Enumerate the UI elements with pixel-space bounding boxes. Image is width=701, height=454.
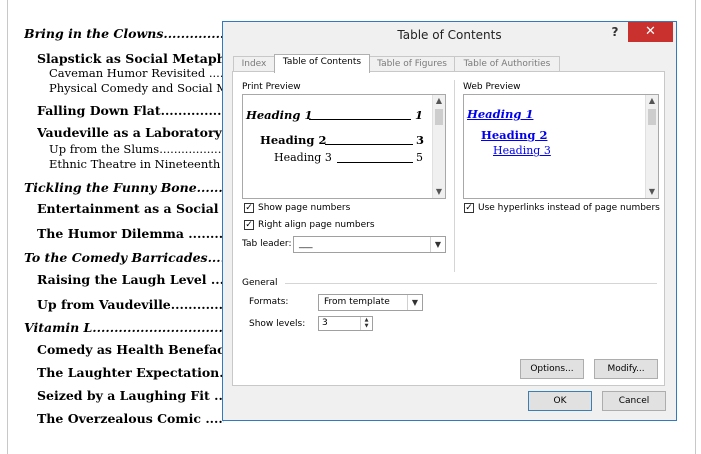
right-align-label[interactable]: Right align page numbers — [258, 220, 375, 230]
print-preview-box[interactable]: Heading 1 1 Heading 2 3 Heading 3 5 ▲ ▼ — [242, 94, 446, 199]
toc-entry-level-1: Bring in the Clowns.....................… — [24, 26, 224, 41]
toc-entry-level-3: Up from the Slums.......................… — [49, 142, 224, 156]
scroll-down-icon[interactable]: ▼ — [646, 186, 658, 198]
show-page-numbers-checkbox[interactable]: ✓ — [244, 203, 254, 213]
options-button[interactable]: Options... — [520, 359, 584, 379]
tab-panel: Print Preview Heading 1 1 Heading 2 3 He… — [232, 71, 665, 386]
print-preview-page-2: 3 — [416, 133, 425, 147]
modify-button[interactable]: Modify... — [594, 359, 658, 379]
chevron-down-icon[interactable]: ▼ — [407, 295, 422, 310]
toc-entry-level-2: Raising the Laugh Level ................… — [37, 272, 224, 287]
print-preview-leader-2 — [325, 144, 413, 145]
web-preview-link-2[interactable]: Heading 2 — [481, 128, 547, 142]
show-levels-label: Show levels: — [249, 319, 306, 329]
tab-index[interactable]: Index — [233, 56, 275, 72]
web-preview-box[interactable]: Heading 1 Heading 2 Heading 3 ▲ ▼ — [463, 94, 659, 199]
page-margin-left — [7, 0, 8, 454]
page-margin-right — [695, 0, 696, 454]
show-levels-spinner[interactable]: 3 ▲ ▼ — [318, 316, 373, 331]
toc-entry-level-1: Vitamin L...............................… — [24, 320, 224, 335]
scroll-up-icon[interactable]: ▲ — [433, 95, 445, 107]
toc-entry-level-2: Seized by a Laughing Fit ...............… — [37, 388, 224, 403]
tab-leader-value: ___ — [299, 239, 313, 249]
use-hyperlinks-label[interactable]: Use hyperlinks instead of page numbers — [478, 203, 660, 213]
scroll-thumb[interactable] — [435, 109, 443, 125]
web-preview-link-3[interactable]: Heading 3 — [493, 144, 551, 157]
print-preview-heading-2: Heading 2 — [260, 133, 327, 147]
general-divider — [285, 283, 657, 284]
print-preview-label: Print Preview — [242, 82, 301, 92]
tab-table-of-authorities[interactable]: Table of Authorities — [454, 56, 560, 72]
toc-entry-level-2: The Laughter Expectation................… — [37, 365, 224, 380]
preview-divider — [454, 80, 455, 272]
toc-entry-level-2: The Overzealous Comic ..................… — [37, 411, 224, 426]
web-preview-link-1[interactable]: Heading 1 — [467, 107, 533, 121]
scroll-thumb[interactable] — [648, 109, 656, 125]
formats-select[interactable]: From template ▼ — [318, 294, 423, 311]
cancel-button[interactable]: Cancel — [602, 391, 666, 411]
toc-entry-level-2: Vaudeville as a Laboratory Exp — [37, 125, 224, 140]
formats-value: From template — [324, 297, 390, 307]
web-preview-scrollbar[interactable]: ▲ ▼ — [645, 95, 658, 198]
right-align-checkbox[interactable]: ✓ — [244, 220, 254, 230]
close-button[interactable]: ✕ — [628, 22, 673, 42]
toc-entry-level-1: To the Comedy Barricades................… — [24, 250, 224, 265]
toc-entry-level-2: Entertainment as a Social Baron — [37, 201, 224, 216]
dialog-titlebar[interactable]: Table of Contents ? ✕ — [223, 22, 676, 49]
ok-button[interactable]: OK — [528, 391, 592, 411]
toc-entry-level-3: Ethnic Theatre in Nineteenth C — [49, 157, 224, 171]
formats-label: Formats: — [249, 297, 289, 307]
scroll-down-icon[interactable]: ▼ — [433, 186, 445, 198]
print-preview-leader-3 — [337, 162, 413, 163]
show-levels-value: 3 — [322, 318, 328, 328]
print-preview-heading-3: Heading 3 — [274, 151, 332, 164]
print-preview-scrollbar[interactable]: ▲ ▼ — [432, 95, 445, 198]
toc-entry-level-2: Up from Vaudeville......................… — [37, 297, 224, 312]
print-preview-page-3: 5 — [416, 151, 423, 164]
use-hyperlinks-checkbox[interactable]: ✓ — [464, 203, 474, 213]
spinner-arrows-icon[interactable]: ▲ ▼ — [360, 317, 372, 330]
tab-leader-label: Tab leader: — [242, 239, 292, 249]
general-group-label: General — [242, 278, 278, 288]
help-button[interactable]: ? — [606, 25, 624, 41]
toc-dialog: Table of Contents ? ✕ Index Table of Con… — [222, 21, 677, 421]
toc-entry-level-1: Tickling the Funny Bone.................… — [24, 180, 224, 195]
print-preview-page-1: 1 — [415, 108, 424, 122]
tab-table-of-contents[interactable]: Table of Contents — [274, 54, 370, 73]
print-preview-leader-1 — [309, 119, 411, 120]
toc-entry-level-2: Slapstick as Social Metaphor ...........… — [37, 51, 224, 66]
tab-table-of-figures[interactable]: Table of Figures — [369, 56, 455, 72]
web-preview-label: Web Preview — [463, 82, 521, 92]
chevron-down-icon[interactable]: ▼ — [430, 237, 445, 252]
toc-entry-level-3: Caveman Humor Revisited ................… — [49, 66, 224, 80]
scroll-up-icon[interactable]: ▲ — [646, 95, 658, 107]
toc-entry-level-2: The Humor Dilemma ......................… — [37, 226, 224, 241]
tab-leader-select[interactable]: ___ ▼ — [293, 236, 446, 253]
show-page-numbers-label[interactable]: Show page numbers — [258, 203, 350, 213]
toc-entry-level-2: Falling Down Flat.......................… — [37, 103, 224, 118]
toc-entry-level-2: Comedy as Health Benefactor ............… — [37, 342, 224, 357]
print-preview-heading-1: Heading 1 — [246, 108, 313, 122]
toc-entry-level-3: Physical Comedy and Social M — [49, 81, 224, 95]
